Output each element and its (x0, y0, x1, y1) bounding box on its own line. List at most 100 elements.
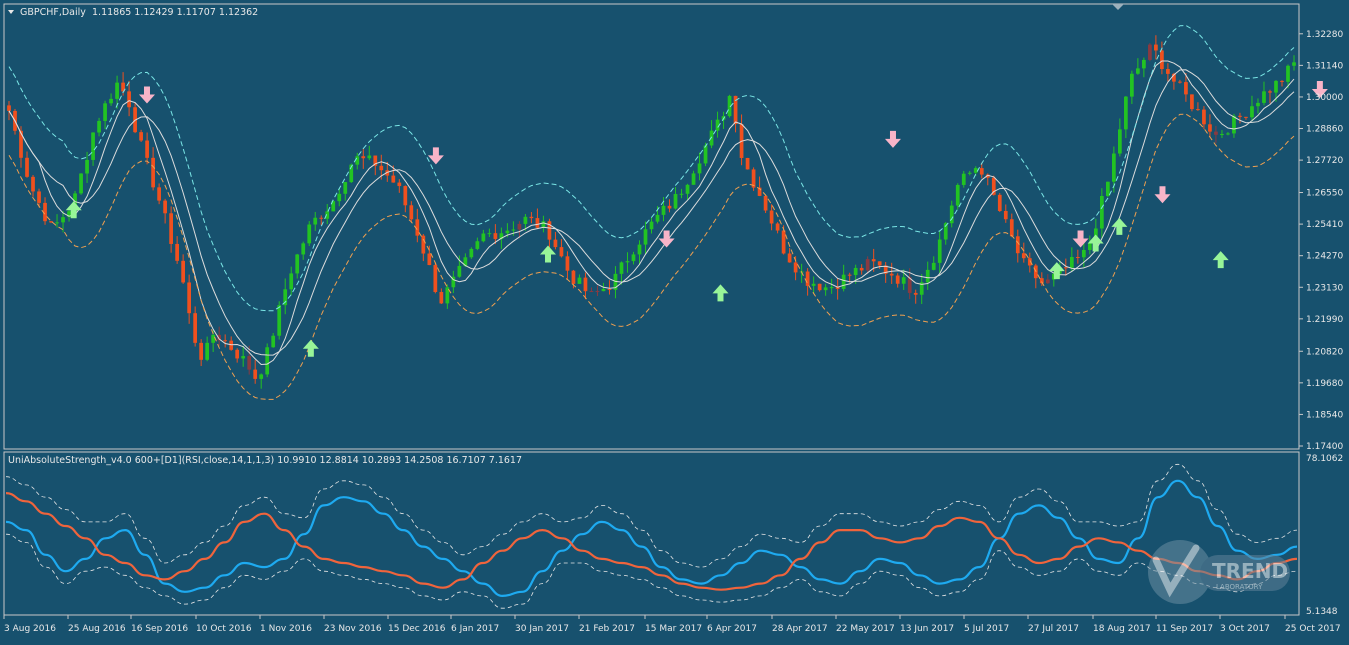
price-tick-label: 1.23130 (1306, 283, 1343, 293)
time-tick-label: 23 Nov 2016 (324, 624, 382, 634)
candle-body (1021, 253, 1026, 259)
candle-body (1280, 80, 1284, 82)
candle-body (1238, 115, 1242, 117)
price-candle (433, 262, 438, 294)
candle-body (643, 229, 648, 245)
candle-body (967, 172, 972, 174)
candle-body (199, 342, 204, 360)
candle-body (1226, 133, 1230, 135)
price-candle (265, 343, 270, 378)
candle-body (637, 244, 642, 255)
price-tick-label: 1.19680 (1306, 379, 1343, 389)
candle-body (79, 173, 83, 194)
price-candle (1148, 43, 1152, 62)
candle-body (1262, 91, 1266, 103)
candle-body (601, 288, 606, 292)
candle-body (781, 230, 786, 254)
candle-body (271, 335, 276, 348)
candle-body (1220, 134, 1224, 136)
candle-body (805, 271, 810, 286)
candle-body (793, 262, 798, 273)
candle-body (1003, 210, 1008, 220)
candle-body (403, 186, 408, 206)
candle-body (361, 156, 366, 159)
candle-body (541, 221, 546, 228)
time-tick-label: 1 Nov 2016 (260, 624, 312, 634)
candle-body (1148, 44, 1152, 60)
price-tick-label: 1.28860 (1306, 125, 1343, 135)
candle-body (127, 91, 131, 108)
candle-body (589, 291, 594, 293)
candle-body (577, 277, 582, 284)
price-tick-label: 1.18540 (1306, 410, 1343, 420)
price-candle (763, 195, 768, 214)
candle-body (817, 283, 822, 291)
candle-body (745, 157, 750, 170)
candle-body (877, 261, 882, 266)
candle-body (775, 223, 780, 231)
candle-body (523, 216, 528, 224)
candle-body (319, 217, 324, 219)
candle-body (979, 168, 984, 175)
candle-body (1063, 267, 1068, 269)
candle-body (961, 173, 966, 185)
candle-body (1178, 81, 1182, 83)
candle-body (247, 356, 252, 370)
candle-body (307, 224, 312, 244)
time-tick-label: 15 Dec 2016 (388, 624, 446, 634)
candle-body (529, 216, 534, 219)
time-tick-label: 21 Feb 2017 (579, 624, 635, 634)
candle-body (1190, 94, 1194, 110)
time-tick-label: 25 Aug 2016 (68, 624, 126, 634)
candle-body (157, 187, 161, 201)
candle-body (481, 233, 486, 242)
chart-canvas[interactable]: 1.32280 1.31140 1.30000 1.28860 1.27720 1.265… (0, 0, 1349, 641)
price-tick-label: 1.30000 (1306, 93, 1343, 103)
candle-body (337, 193, 342, 202)
candle-body (895, 275, 900, 284)
indicator-tick-label: 78.1062 (1306, 454, 1343, 464)
candle-body (811, 283, 816, 286)
candle-body (667, 205, 672, 209)
candle-body (457, 265, 462, 277)
candle-body (1160, 50, 1164, 70)
candle-body (211, 334, 216, 343)
price-tick-label: 1.25410 (1306, 220, 1343, 230)
candle-body (1136, 68, 1140, 74)
candle-body (823, 287, 828, 291)
price-tick-label: 1.21990 (1306, 315, 1343, 325)
candle-body (913, 292, 918, 295)
candle-body (787, 253, 792, 263)
price-tick-label: 1.27720 (1306, 156, 1343, 166)
candle-body (433, 265, 438, 293)
candle-body (223, 340, 228, 342)
candle-body (193, 313, 198, 343)
candle-body (655, 214, 660, 222)
candle-body (841, 274, 846, 289)
price-candle (745, 157, 750, 170)
chart-background (0, 0, 1349, 641)
candle-body (865, 259, 870, 271)
price-candle (751, 167, 756, 191)
candle-body (1075, 257, 1080, 259)
candle-body (397, 182, 402, 187)
candle-body (1154, 44, 1158, 51)
candle-body (1166, 69, 1170, 74)
candle-body (571, 270, 576, 284)
candle-body (439, 292, 444, 304)
candle-body (625, 261, 630, 263)
candle-body (277, 305, 282, 336)
candle-body (265, 347, 270, 375)
indicator-tick-label: 5.1348 (1306, 607, 1338, 617)
candle-body (55, 222, 59, 224)
candle-body (1142, 59, 1146, 69)
time-tick-label: 3 Oct 2017 (1220, 624, 1270, 634)
candle-body (1244, 116, 1248, 118)
candle-body (169, 213, 173, 244)
price-tick-label: 1.31140 (1306, 61, 1343, 71)
candle-body (493, 233, 498, 239)
candle-body (1286, 65, 1290, 82)
candle-body (583, 277, 588, 292)
candle-body (1196, 109, 1200, 111)
price-tick-label: 1.20820 (1306, 347, 1343, 357)
